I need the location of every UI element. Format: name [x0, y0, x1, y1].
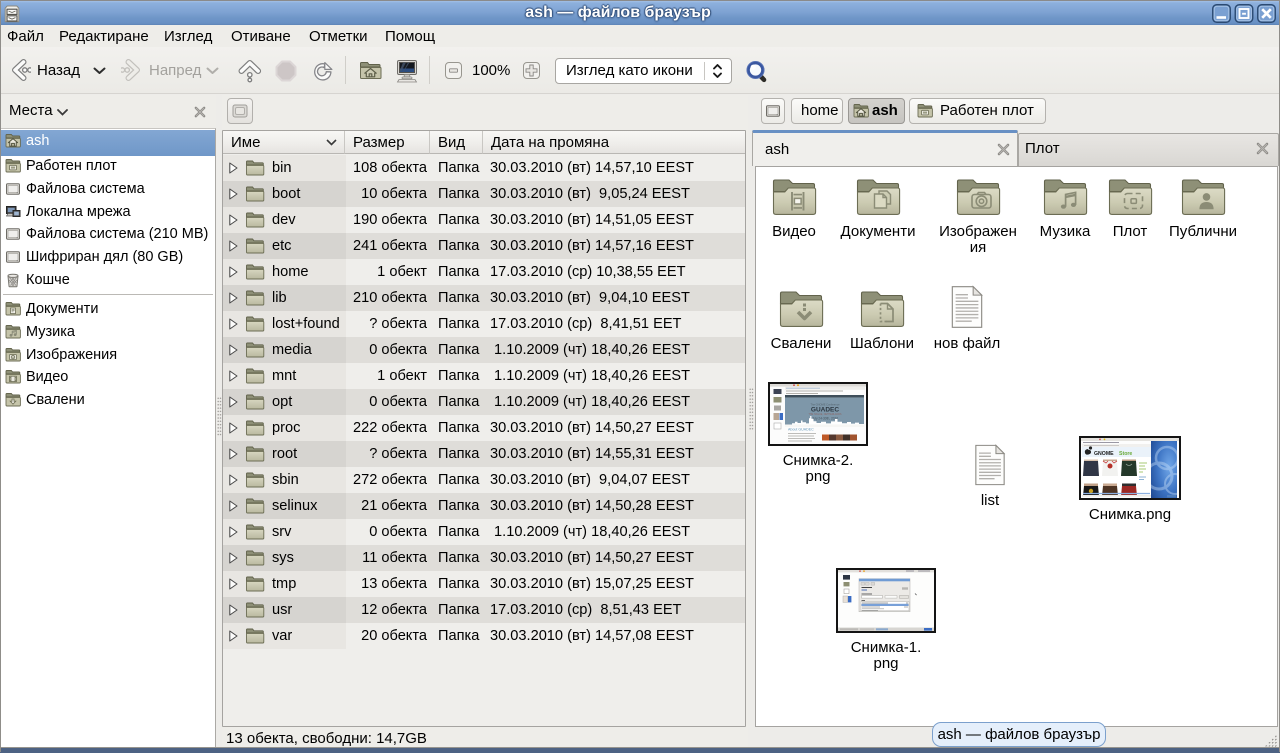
svg-text:GNOME: GNOME [1094, 451, 1114, 457]
svg-text:About GUADEC: About GUADEC [788, 428, 814, 432]
svg-text:Store: Store [1119, 451, 1132, 457]
svg-text:July 24-30th, 2010: July 24-30th, 2010 [812, 417, 838, 421]
